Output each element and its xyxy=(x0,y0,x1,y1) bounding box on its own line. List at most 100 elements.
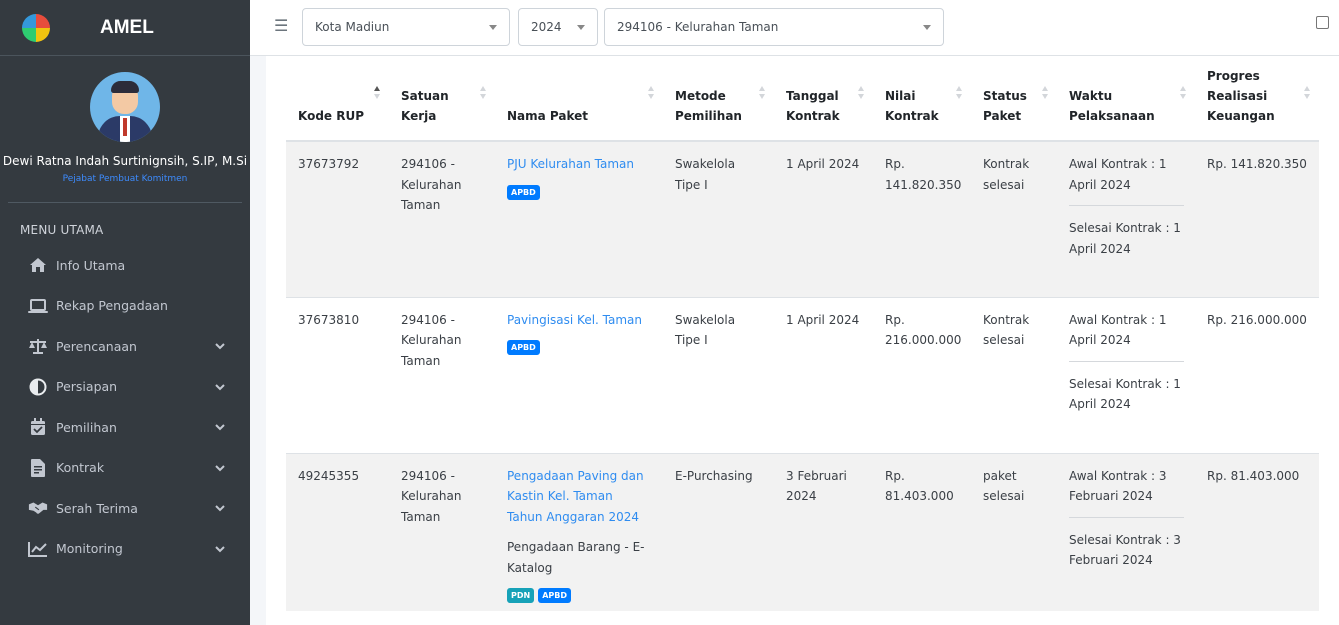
cell-tanggal: 1 April 2024 xyxy=(774,140,873,297)
kota-select[interactable]: Kota Madiun xyxy=(302,8,510,46)
sidebar: AMEL Dewi Ratna Indah Surtinignsih, S.IP… xyxy=(0,0,250,625)
sort-icon xyxy=(1180,86,1187,100)
cell-satuan-kerja: 294106 - Kelurahan Taman xyxy=(389,140,495,297)
selesai-kontrak: Selesai Kontrak : 3 Februari 2024 xyxy=(1069,532,1181,568)
sidebar-menu: Info Utama Rekap Pengadaan Perencanaan P… xyxy=(0,245,250,569)
hamburger-menu-icon[interactable]: ☰ xyxy=(274,16,288,35)
sidebar-item-persiapan[interactable]: Persiapan xyxy=(0,367,250,408)
toggle-checkbox[interactable] xyxy=(1316,16,1329,29)
apbd-badge: APBD xyxy=(507,340,540,355)
col-header-status-paket[interactable]: Status Paket xyxy=(971,56,1057,142)
sidebar-item-label: Persiapan xyxy=(56,379,118,395)
sidebar-item-label: Pemilihan xyxy=(56,419,117,435)
sort-icon xyxy=(858,86,865,100)
sidebar-item-info-utama[interactable]: Info Utama xyxy=(0,245,250,286)
chevron-down-icon xyxy=(214,543,226,555)
apbd-badge: APBD xyxy=(538,588,571,603)
col-header-tanggal-kontrak[interactable]: Tanggal Kontrak xyxy=(774,56,873,142)
awal-kontrak: Awal Kontrak : 1 April 2024 xyxy=(1069,312,1167,348)
sort-icon xyxy=(1304,86,1311,100)
brand[interactable]: AMEL xyxy=(0,0,250,56)
sidebar-item-label: Serah Terima xyxy=(56,500,138,516)
menu-header: MENU UTAMA xyxy=(20,223,104,237)
cell-kode-rup: 37673810 xyxy=(286,296,389,453)
satker-select-value: 294106 - Kelurahan Taman xyxy=(617,20,779,34)
cell-nilai: Rp. 216.000.000 xyxy=(873,296,971,453)
sidebar-item-label: Rekap Pengadaan xyxy=(56,298,168,314)
cell-satuan-kerja: 294106 - Kelurahan Taman xyxy=(389,296,495,453)
tahun-select[interactable]: 2024 xyxy=(518,8,598,46)
awal-kontrak: Awal Kontrak : 1 April 2024 xyxy=(1069,157,1167,192)
avatar[interactable] xyxy=(90,72,160,142)
kota-select-value: Kota Madiun xyxy=(315,20,390,34)
waktu-divider xyxy=(1069,205,1184,206)
table-row: 37673810 294106 - Kelurahan Taman Paving… xyxy=(286,296,1319,453)
cell-status: paket selesai xyxy=(971,452,1057,611)
tahun-select-value: 2024 xyxy=(531,20,562,34)
satker-select[interactable]: 294106 - Kelurahan Taman xyxy=(604,8,944,46)
brand-name: AMEL xyxy=(100,16,154,38)
user-role: Pejabat Pembuat Komitmen xyxy=(62,174,188,184)
cell-nama-paket: Pavingisasi Kel. Taman APBD xyxy=(495,296,663,453)
chevron-down-icon xyxy=(214,340,226,352)
col-header-waktu-pelaksanaan[interactable]: Waktu Pelaksanaan xyxy=(1057,56,1195,142)
sidebar-item-serah-terima[interactable]: Serah Terima xyxy=(0,488,250,529)
home-icon xyxy=(28,256,48,274)
adjust-icon xyxy=(28,378,48,396)
sidebar-item-perencanaan[interactable]: Perencanaan xyxy=(0,326,250,367)
paket-link[interactable]: Pengadaan Paving dan Kastin Kel. Taman T… xyxy=(507,469,644,524)
sort-icon xyxy=(1042,86,1049,100)
col-header-metode-pemilihan[interactable]: Metode Pemilihan xyxy=(663,56,774,142)
col-header-nama-paket[interactable]: Nama Paket xyxy=(495,56,663,142)
table-header-row: Kode RUP Satuan Kerja Nama Paket Metode … xyxy=(286,56,1319,142)
user-name: Dewi Ratna Indah Surtinignsih, S.IP, M.S… xyxy=(2,154,248,168)
sidebar-item-rekap-pengadaan[interactable]: Rekap Pengadaan xyxy=(0,286,250,327)
paket-link[interactable]: PJU Kelurahan Taman xyxy=(507,157,634,171)
sort-icon xyxy=(480,86,487,100)
col-header-nilai-kontrak[interactable]: Nilai Kontrak xyxy=(873,56,971,142)
sort-icon xyxy=(648,86,655,100)
chart-line-icon xyxy=(28,540,48,558)
caret-down-icon xyxy=(577,25,585,30)
chevron-down-icon xyxy=(214,462,226,474)
handshake-icon xyxy=(28,499,48,517)
user-panel: Dewi Ratna Indah Surtinignsih, S.IP, M.S… xyxy=(0,56,250,184)
sort-icon xyxy=(374,86,381,100)
paket-table-card: Kode RUP Satuan Kerja Nama Paket Metode … xyxy=(266,56,1339,625)
sidebar-item-label: Kontrak xyxy=(56,460,105,476)
col-header-satuan-kerja[interactable]: Satuan Kerja xyxy=(389,56,495,142)
paket-table: Kode RUP Satuan Kerja Nama Paket Metode … xyxy=(286,56,1319,611)
cell-nama-paket: Pengadaan Paving dan Kastin Kel. Taman T… xyxy=(495,452,663,611)
table-row: 37673792 294106 - Kelurahan Taman PJU Ke… xyxy=(286,140,1319,297)
col-header-progres-realisasi[interactable]: Progres Realisasi Keuangan xyxy=(1195,56,1319,142)
selesai-kontrak: Selesai Kontrak : 1 April 2024 xyxy=(1069,376,1181,412)
sidebar-item-kontrak[interactable]: Kontrak xyxy=(0,448,250,489)
paket-link[interactable]: Pavingisasi Kel. Taman xyxy=(507,313,642,327)
cell-waktu: Awal Kontrak : 3 Februari 2024 Selesai K… xyxy=(1057,452,1195,611)
chevron-down-icon xyxy=(214,502,226,514)
sidebar-item-pemilihan[interactable]: Pemilihan xyxy=(0,407,250,448)
cell-nama-paket: PJU Kelurahan Taman APBD xyxy=(495,140,663,297)
cell-metode: E-Purchasing xyxy=(663,452,774,611)
sort-icon xyxy=(759,86,766,100)
cell-status: Kontrak selesai xyxy=(971,140,1057,297)
sidebar-item-monitoring[interactable]: Monitoring xyxy=(0,529,250,570)
caret-down-icon xyxy=(923,25,931,30)
cell-progres: Rp. 216.000.000 xyxy=(1195,296,1319,453)
sort-icon xyxy=(956,86,963,100)
balance-scale-icon xyxy=(28,337,48,355)
selesai-kontrak: Selesai Kontrak : 1 April 2024 xyxy=(1069,221,1181,256)
cell-metode: Swakelola Tipe I xyxy=(663,140,774,297)
sidebar-item-label: Perencanaan xyxy=(56,338,137,354)
cell-metode: Swakelola Tipe I xyxy=(663,296,774,453)
cell-progres: Rp. 141.820.350 xyxy=(1195,140,1319,297)
caret-down-icon xyxy=(489,25,497,30)
cell-nilai: Rp. 81.403.000 xyxy=(873,452,971,611)
cell-kode-rup: 49245355 xyxy=(286,452,389,611)
cell-waktu: Awal Kontrak : 1 April 2024 Selesai Kont… xyxy=(1057,296,1195,453)
laptop-icon xyxy=(28,297,48,315)
paket-subtitle: Pengadaan Barang - E-Katalog xyxy=(507,540,645,575)
col-header-kode-rup[interactable]: Kode RUP xyxy=(286,56,389,142)
sidebar-item-label: Info Utama xyxy=(56,257,126,273)
cell-tanggal: 1 April 2024 xyxy=(774,296,873,453)
